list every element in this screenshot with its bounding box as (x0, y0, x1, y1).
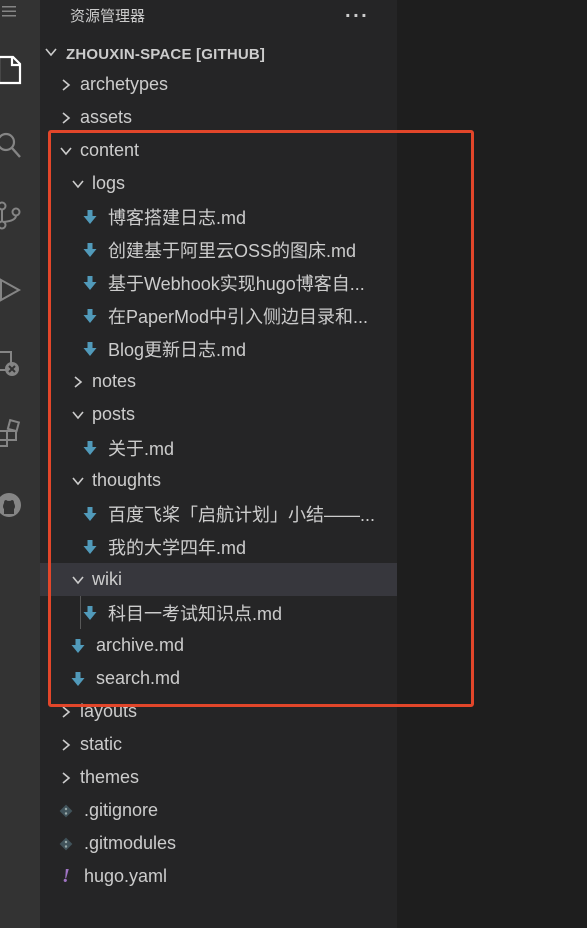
chevron-down-icon[interactable] (70, 176, 86, 192)
file-row[interactable]: archive.md (40, 629, 397, 662)
folder-row[interactable]: logs (40, 167, 397, 200)
tree-item-label: archetypes (80, 74, 169, 94)
folder-row[interactable]: notes (40, 365, 397, 398)
tree-item-label: 百度飞桨「启航计划」小结——... (108, 504, 376, 525)
tree-item-label: content (80, 140, 140, 160)
markdown-file-icon (82, 308, 98, 324)
tree-item-label: logs (92, 173, 126, 193)
chevron-right-icon[interactable] (58, 110, 74, 126)
explorer-icon[interactable] (0, 55, 24, 85)
markdown-file-icon (82, 605, 98, 621)
run-debug-icon[interactable] (0, 275, 24, 305)
tree-item-label: layouts (80, 701, 138, 721)
tree-item-label: .gitmodules (84, 833, 177, 853)
tree-item-label: .gitignore (84, 800, 159, 820)
remote-explorer-icon[interactable] (0, 350, 24, 380)
file-row[interactable]: .gitignore (40, 794, 397, 827)
markdown-file-icon (82, 242, 98, 258)
chevron-down-icon[interactable] (70, 407, 86, 423)
tree-item-label: 我的大学四年.md (108, 537, 247, 558)
markdown-file-icon (82, 440, 98, 456)
tree-item-label: 科目一考试知识点.md (108, 603, 283, 624)
tree-item-label: Blog更新日志.md (108, 339, 247, 360)
markdown-file-icon (82, 209, 98, 225)
tree-item-label: 创建基于阿里云OSS的图床.md (108, 240, 357, 261)
file-row[interactable]: search.md (40, 662, 397, 695)
file-row[interactable]: 百度飞桨「启航计划」小结——... (40, 497, 397, 530)
folder-row[interactable]: layouts (40, 695, 397, 728)
explorer-sidebar: 资源管理器 ··· ZHOUXIN-SPACE [GITHUB] archety… (40, 0, 397, 928)
folder-row[interactable]: archetypes (40, 68, 397, 101)
tree-item-label: search.md (96, 668, 181, 688)
workspace-title: ZHOUXIN-SPACE [GITHUB] (66, 45, 266, 63)
markdown-file-icon (70, 671, 86, 687)
file-row[interactable]: ! hugo.yaml (40, 860, 397, 893)
markdown-file-icon (82, 341, 98, 357)
markdown-file-icon (82, 539, 98, 555)
indent-guide (80, 596, 81, 629)
tree-item-label: notes (92, 371, 137, 391)
folder-row[interactable]: content (40, 134, 397, 167)
markdown-file-icon (82, 275, 98, 291)
file-row[interactable]: 科目一考试知识点.md (40, 596, 397, 629)
folder-row[interactable]: themes (40, 761, 397, 794)
tree-item-label: 在PaperMod中引入侧边目录和... (108, 306, 369, 327)
file-row[interactable]: 我的大学四年.md (40, 530, 397, 563)
workspace-section-header[interactable]: ZHOUXIN-SPACE [GITHUB] (40, 40, 397, 68)
chevron-right-icon[interactable] (58, 737, 74, 753)
source-control-icon[interactable] (0, 200, 24, 230)
tree-item-label: archive.md (96, 635, 185, 655)
tree-item-label: 基于Webhook实现hugo博客自... (108, 273, 365, 294)
tree-item-label: posts (92, 404, 136, 424)
tree-item-label: 关于.md (108, 438, 175, 459)
folder-row[interactable]: wiki (40, 563, 397, 596)
folder-row[interactable]: assets (40, 101, 397, 134)
file-row[interactable]: 在PaperMod中引入侧边目录和... (40, 299, 397, 332)
folder-row[interactable]: thoughts (40, 464, 397, 497)
yaml-file-icon: ! (62, 865, 70, 887)
chevron-right-icon[interactable] (58, 770, 74, 786)
file-row[interactable]: 博客搭建日志.md (40, 200, 397, 233)
file-row[interactable]: 基于Webhook实现hugo博客自... (40, 266, 397, 299)
folder-row[interactable]: static (40, 728, 397, 761)
editor-area (397, 0, 587, 928)
chevron-down-icon[interactable] (70, 572, 86, 588)
file-row[interactable]: 创建基于阿里云OSS的图床.md (40, 233, 397, 266)
chevron-right-icon[interactable] (70, 374, 86, 390)
chevron-down-icon[interactable] (70, 473, 86, 489)
file-tree: archetypes assets content logs 博客搭建日志.md 创建基于… (40, 68, 397, 893)
search-icon[interactable] (0, 130, 24, 160)
activity-bar (0, 0, 40, 928)
hamburger-menu-icon[interactable] (0, 0, 24, 26)
git-file-icon (58, 803, 74, 819)
tree-item-label: wiki (92, 569, 122, 589)
explorer-header: 资源管理器 ··· (40, 0, 397, 30)
chevron-right-icon[interactable] (58, 77, 74, 93)
tree-item-label: static (80, 734, 123, 754)
folder-row[interactable]: posts (40, 398, 397, 431)
github-icon[interactable] (0, 490, 24, 520)
more-actions-icon[interactable]: ··· (345, 6, 369, 25)
git-file-icon (58, 836, 74, 852)
explorer-title: 资源管理器 (70, 6, 146, 25)
extensions-icon[interactable] (0, 418, 24, 448)
chevron-right-icon[interactable] (58, 704, 74, 720)
tree-item-label: thoughts (92, 470, 162, 490)
file-row[interactable]: 关于.md (40, 431, 397, 464)
tree-item-label: assets (80, 107, 133, 127)
file-row[interactable]: .gitmodules (40, 827, 397, 860)
chevron-down-icon (44, 45, 58, 63)
markdown-file-icon (82, 506, 98, 522)
tree-item-label: themes (80, 767, 140, 787)
file-row[interactable]: Blog更新日志.md (40, 332, 397, 365)
markdown-file-icon (70, 638, 86, 654)
tree-item-label: hugo.yaml (84, 866, 168, 886)
tree-item-label: 博客搭建日志.md (108, 207, 247, 228)
chevron-down-icon[interactable] (58, 143, 74, 159)
